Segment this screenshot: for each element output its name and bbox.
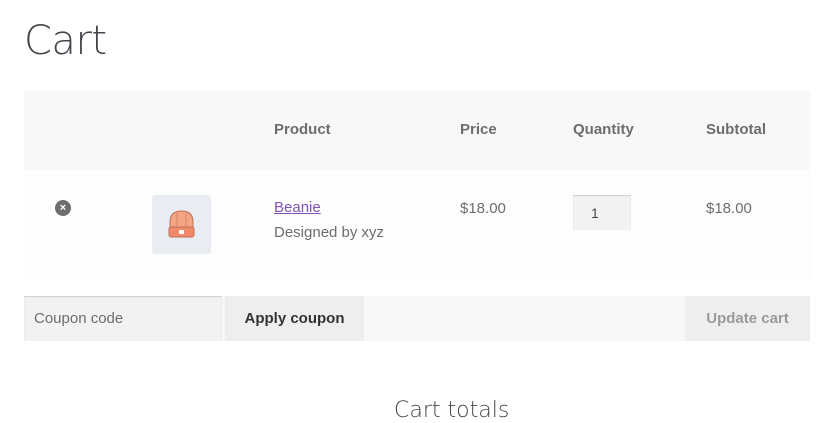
quantity-input[interactable]: [573, 195, 631, 230]
header-subtotal: Subtotal: [706, 121, 766, 138]
product-price: $18.00: [460, 200, 506, 217]
header-product: Product: [274, 121, 331, 138]
cart-totals-heading: Cart totals: [394, 398, 510, 423]
remove-item-icon[interactable]: ×: [55, 200, 71, 216]
apply-coupon-button[interactable]: Apply coupon: [225, 296, 364, 341]
product-thumbnail[interactable]: [152, 195, 211, 254]
cart-actions: Apply coupon Update cart: [24, 296, 810, 341]
product-subtotal: $18.00: [706, 200, 752, 217]
header-quantity: Quantity: [573, 121, 634, 138]
header-price: Price: [460, 121, 497, 138]
cart-table: Product Price Quantity Subtotal × Beanie…: [24, 91, 810, 280]
table-row: × Beanie Designed by xyz $18.00 $18.00: [24, 169, 810, 280]
product-meta: Designed by xyz: [274, 224, 385, 241]
beanie-icon: [168, 210, 195, 238]
page-title: Cart: [24, 18, 107, 64]
product-name-link[interactable]: Beanie: [274, 199, 321, 216]
update-cart-button[interactable]: Update cart: [685, 296, 810, 341]
table-header: Product Price Quantity Subtotal: [24, 91, 810, 169]
coupon-code-input[interactable]: [24, 296, 222, 341]
